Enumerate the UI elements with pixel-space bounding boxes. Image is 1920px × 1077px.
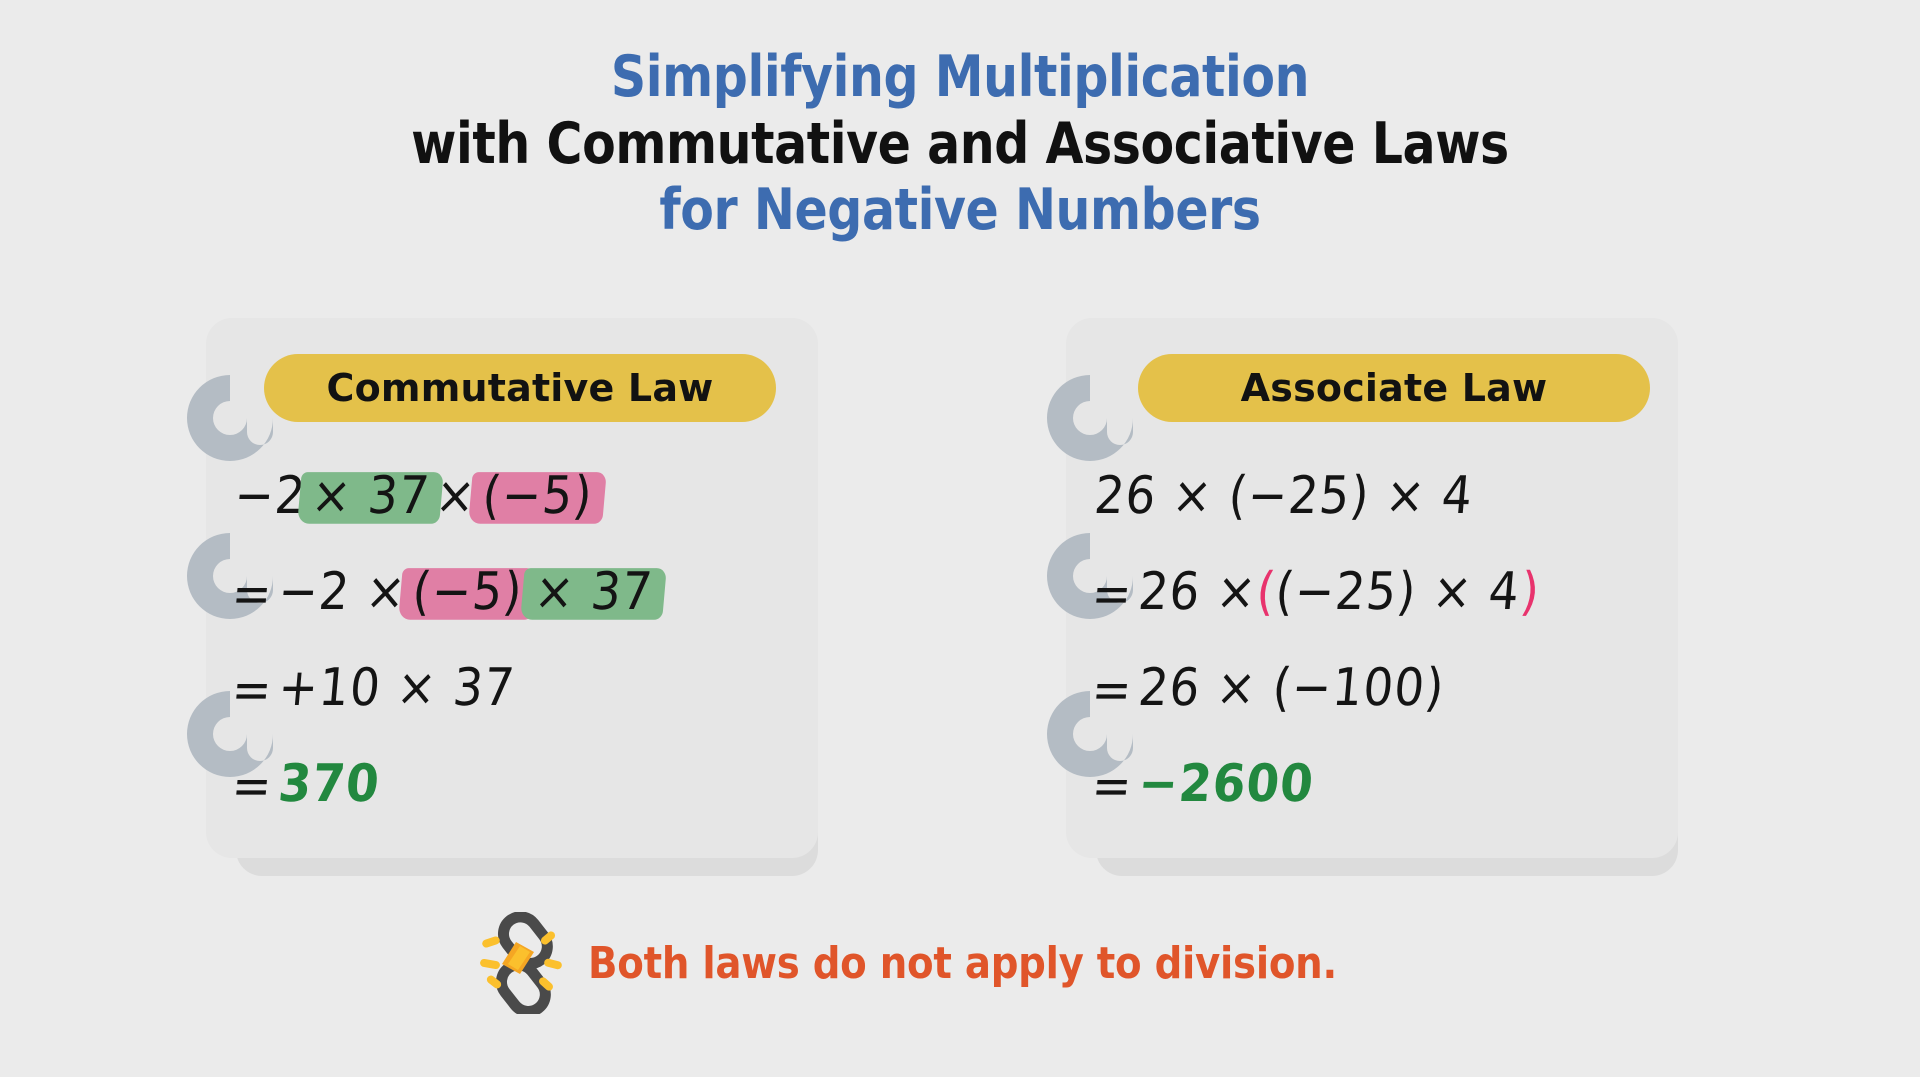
commutative-equations: −2 × 37 × (−5) = −2 × (−5) × 37 = +10 × … <box>229 450 792 834</box>
equation-line-answer: = −2600 <box>1089 738 1652 834</box>
title-line-3: for Negative Numbers <box>659 177 1261 244</box>
broken-chain-icon <box>480 911 566 1017</box>
eq-answer: −2600 <box>1136 753 1317 814</box>
eq-part-highlight-pink: (−5) <box>404 561 531 622</box>
equation-line: = +10 × 37 <box>229 642 792 738</box>
associative-law-card: Associate Law 26 × (−25) × 4 = 26 × ( (−… <box>1038 318 1678 878</box>
equals-sign: = <box>1089 755 1135 817</box>
equals-sign: = <box>1089 659 1135 721</box>
eq-part-highlight-pink: (−5) <box>474 465 601 526</box>
eq-part: +10 × 37 <box>276 657 518 718</box>
eq-answer: 370 <box>276 753 383 814</box>
eq-part: 26 × <box>1136 561 1260 622</box>
equation-line: −2 × 37 × (−5) <box>232 450 792 546</box>
footer-note-text: Both laws do not apply to division. <box>588 937 1338 989</box>
law-cards-container: Commutative Law −2 × 37 × (−5) = −2 × (−… <box>0 318 1920 878</box>
eq-part: 26 × (−100) <box>1136 657 1448 718</box>
equation-line: 26 × (−25) × 4 <box>1092 450 1652 546</box>
eq-part-highlight-green: × 37 <box>526 561 661 622</box>
eq-part: (−25) × 4 <box>1273 561 1523 622</box>
equation-line: = −2 × (−5) × 37 <box>229 546 792 642</box>
badge-associate-law: Associate Law <box>1138 354 1650 422</box>
equation-line: = 26 × (−100) <box>1089 642 1652 738</box>
page-title: Simplifying Multiplication with Commutat… <box>0 44 1920 244</box>
eq-part-highlight-green: × 37 <box>303 465 438 526</box>
equation-line: = 26 × ( (−25) × 4 ) <box>1089 546 1652 642</box>
equals-sign: = <box>229 755 275 817</box>
associative-equations: 26 × (−25) × 4 = 26 × ( (−25) × 4 ) = 26… <box>1089 450 1652 834</box>
equals-sign: = <box>229 659 275 721</box>
commutative-law-card: Commutative Law −2 × 37 × (−5) = −2 × (−… <box>178 318 818 878</box>
badge-commutative-law: Commutative Law <box>264 354 776 422</box>
footer-note: Both laws do not apply to division. <box>0 911 1920 1017</box>
title-line-2: with Commutative and Associative Laws <box>411 110 1509 177</box>
equals-sign: = <box>229 563 275 625</box>
equals-sign: = <box>1089 563 1135 625</box>
eq-part: −2 <box>232 465 309 526</box>
eq-part: −2 × <box>276 561 409 622</box>
title-line-1: Simplifying Multiplication <box>610 44 1310 110</box>
eq-part: 26 × (−25) × 4 <box>1092 465 1476 526</box>
equation-line-answer: = 370 <box>229 738 792 834</box>
